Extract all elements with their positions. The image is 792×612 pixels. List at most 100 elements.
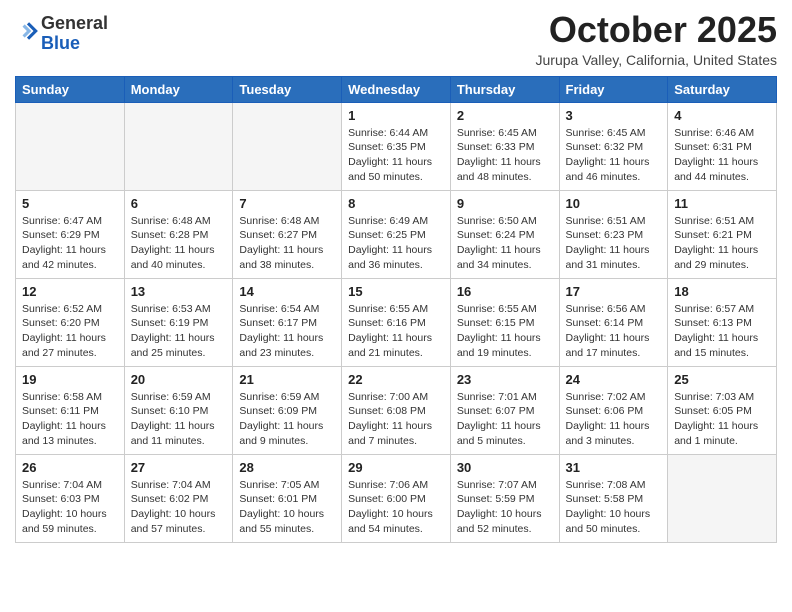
calendar-cell: 27 Sunrise: 7:04 AMSunset: 6:02 PMDayligh… [124,454,233,542]
calendar-cell: 26 Sunrise: 7:04 AMSunset: 6:03 PMDayligh… [16,454,125,542]
cell-info: Sunrise: 6:55 AMSunset: 6:16 PMDaylight:… [348,302,444,361]
day-number: 21 [239,372,335,387]
calendar-cell: 12 Sunrise: 6:52 AMSunset: 6:20 PMDayligh… [16,278,125,366]
cell-info: Sunrise: 6:50 AMSunset: 6:24 PMDaylight:… [457,214,553,273]
calendar-cell: 24Sunrise: 7:02 AMSunset: 6:06 PMDayligh… [559,366,668,454]
cell-info: Sunrise: 7:01 AMSunset: 6:07 PMDaylight:… [457,390,553,449]
calendar-cell: 22 Sunrise: 7:00 AMSunset: 6:08 PMDayligh… [342,366,451,454]
cell-info: Sunrise: 6:51 AMSunset: 6:23 PMDaylight:… [566,214,662,273]
calendar-cell [124,102,233,190]
day-number: 12 [22,284,118,299]
day-number: 23 [457,372,553,387]
day-number: 1 [348,108,444,123]
cell-info: Sunrise: 6:48 AMSunset: 6:27 PMDaylight:… [239,214,335,273]
calendar-cell: 4 Sunrise: 6:46 AMSunset: 6:31 PMDaylight… [668,102,777,190]
cell-info: Sunrise: 6:47 AMSunset: 6:29 PMDaylight:… [22,214,118,273]
cell-info: Sunrise: 6:55 AMSunset: 6:15 PMDaylight:… [457,302,553,361]
calendar-header-row: SundayMondayTuesdayWednesdayThursdayFrid… [16,76,777,102]
calendar-cell: 20Sunrise: 6:59 AMSunset: 6:10 PMDayligh… [124,366,233,454]
cell-info: Sunrise: 7:04 AMSunset: 6:02 PMDaylight:… [131,478,227,537]
day-of-week-header: Thursday [450,76,559,102]
page: General Blue October 2025 Jurupa Valley,… [0,0,792,558]
day-number: 2 [457,108,553,123]
day-of-week-header: Wednesday [342,76,451,102]
calendar-cell: 30 Sunrise: 7:07 AMSunset: 5:59 PMDayligh… [450,454,559,542]
cell-info: Sunrise: 7:07 AMSunset: 5:59 PMDaylight:… [457,478,553,537]
cell-info: Sunrise: 6:53 AMSunset: 6:19 PMDaylight:… [131,302,227,361]
cell-info: Sunrise: 6:54 AMSunset: 6:17 PMDaylight:… [239,302,335,361]
day-number: 28 [239,460,335,475]
cell-info: Sunrise: 7:05 AMSunset: 6:01 PMDaylight:… [239,478,335,537]
day-number: 18 [674,284,770,299]
calendar-cell: 2Sunrise: 6:45 AMSunset: 6:33 PMDaylight… [450,102,559,190]
day-number: 29 [348,460,444,475]
calendar-cell: 18 Sunrise: 6:57 AMSunset: 6:13 PMDayligh… [668,278,777,366]
day-number: 26 [22,460,118,475]
calendar-cell: 17 Sunrise: 6:56 AMSunset: 6:14 PMDayligh… [559,278,668,366]
calendar-cell: 15 Sunrise: 6:55 AMSunset: 6:16 PMDayligh… [342,278,451,366]
day-number: 15 [348,284,444,299]
day-number: 5 [22,196,118,211]
calendar-cell [16,102,125,190]
calendar-cell: 1Sunrise: 6:44 AMSunset: 6:35 PMDaylight… [342,102,451,190]
day-of-week-header: Tuesday [233,76,342,102]
cell-info: Sunrise: 6:58 AMSunset: 6:11 PMDaylight:… [22,390,118,449]
day-number: 19 [22,372,118,387]
calendar-cell: 25 Sunrise: 7:03 AMSunset: 6:05 PMDayligh… [668,366,777,454]
cell-info: Sunrise: 7:04 AMSunset: 6:03 PMDaylight:… [22,478,118,537]
cell-info: Sunrise: 6:46 AMSunset: 6:31 PMDaylight:… [674,126,770,185]
cell-info: Sunrise: 7:06 AMSunset: 6:00 PMDaylight:… [348,478,444,537]
day-number: 30 [457,460,553,475]
day-number: 8 [348,196,444,211]
cell-info: Sunrise: 6:45 AMSunset: 6:32 PMDaylight:… [566,126,662,185]
calendar-cell: 7 Sunrise: 6:48 AMSunset: 6:27 PMDaylight… [233,190,342,278]
day-number: 3 [566,108,662,123]
calendar-week-row: 5 Sunrise: 6:47 AMSunset: 6:29 PMDaylight… [16,190,777,278]
cell-info: Sunrise: 6:51 AMSunset: 6:21 PMDaylight:… [674,214,770,273]
calendar-table: SundayMondayTuesdayWednesdayThursdayFrid… [15,76,777,543]
cell-info: Sunrise: 6:57 AMSunset: 6:13 PMDaylight:… [674,302,770,361]
day-number: 24 [566,372,662,387]
day-number: 10 [566,196,662,211]
day-number: 17 [566,284,662,299]
day-number: 14 [239,284,335,299]
calendar-cell: 13Sunrise: 6:53 AMSunset: 6:19 PMDayligh… [124,278,233,366]
calendar-cell [233,102,342,190]
logo: General Blue [15,14,108,54]
calendar-cell: 10 Sunrise: 6:51 AMSunset: 6:23 PMDayligh… [559,190,668,278]
calendar-cell: 21Sunrise: 6:59 AMSunset: 6:09 PMDayligh… [233,366,342,454]
cell-info: Sunrise: 7:03 AMSunset: 6:05 PMDaylight:… [674,390,770,449]
location: Jurupa Valley, California, United States [536,52,778,68]
calendar-week-row: 12 Sunrise: 6:52 AMSunset: 6:20 PMDayligh… [16,278,777,366]
day-number: 20 [131,372,227,387]
day-number: 9 [457,196,553,211]
calendar-cell: 29 Sunrise: 7:06 AMSunset: 6:00 PMDayligh… [342,454,451,542]
cell-info: Sunrise: 7:08 AMSunset: 5:58 PMDaylight:… [566,478,662,537]
cell-info: Sunrise: 6:49 AMSunset: 6:25 PMDaylight:… [348,214,444,273]
header: General Blue October 2025 Jurupa Valley,… [15,10,777,68]
calendar-cell: 23 Sunrise: 7:01 AMSunset: 6:07 PMDayligh… [450,366,559,454]
calendar-cell: 8 Sunrise: 6:49 AMSunset: 6:25 PMDaylight… [342,190,451,278]
title-block: October 2025 Jurupa Valley, California, … [536,10,778,68]
calendar-cell [668,454,777,542]
day-number: 16 [457,284,553,299]
day-number: 22 [348,372,444,387]
cell-info: Sunrise: 7:00 AMSunset: 6:08 PMDaylight:… [348,390,444,449]
calendar-week-row: 19 Sunrise: 6:58 AMSunset: 6:11 PMDayligh… [16,366,777,454]
day-of-week-header: Monday [124,76,233,102]
logo-icon [17,20,39,42]
calendar-cell: 5 Sunrise: 6:47 AMSunset: 6:29 PMDaylight… [16,190,125,278]
day-number: 25 [674,372,770,387]
day-number: 4 [674,108,770,123]
cell-info: Sunrise: 6:56 AMSunset: 6:14 PMDaylight:… [566,302,662,361]
logo-general-text: General [41,13,108,33]
calendar-cell: 16 Sunrise: 6:55 AMSunset: 6:15 PMDayligh… [450,278,559,366]
month-title: October 2025 [536,10,778,50]
cell-info: Sunrise: 6:52 AMSunset: 6:20 PMDaylight:… [22,302,118,361]
day-of-week-header: Sunday [16,76,125,102]
day-number: 7 [239,196,335,211]
day-number: 6 [131,196,227,211]
calendar-cell: 6Sunrise: 6:48 AMSunset: 6:28 PMDaylight… [124,190,233,278]
calendar-cell: 31Sunrise: 7:08 AMSunset: 5:58 PMDayligh… [559,454,668,542]
day-number: 27 [131,460,227,475]
